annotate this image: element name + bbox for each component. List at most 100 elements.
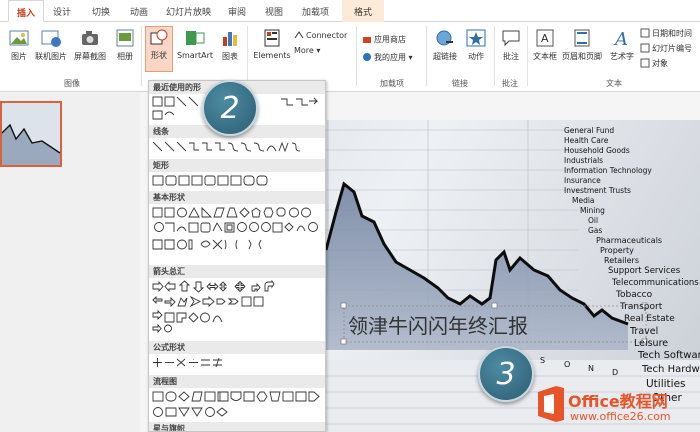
thumbnail-chart-image (2, 103, 60, 165)
smartart-button[interactable]: SmartArt (176, 28, 214, 60)
stock-word: Industrials (564, 156, 604, 165)
equation-shapes-row (153, 357, 222, 368)
screenshot-button[interactable]: 屏幕截图 (70, 28, 110, 62)
block-arrows-grid (152, 280, 275, 334)
step-callout-2: 2 (202, 80, 258, 136)
separator (356, 26, 357, 86)
watermark-url: www.office26.com (570, 410, 671, 423)
action-button[interactable]: 动作 (462, 28, 490, 62)
stock-word: Retailers (604, 256, 639, 265)
shapes-icon (150, 29, 168, 45)
lines-row (152, 141, 301, 153)
section-basic-shapes: 基本形状 (149, 191, 325, 204)
tab-transitions[interactable]: 切换 (92, 5, 110, 18)
section-rectangles: 矩形 (149, 159, 325, 172)
comment-button[interactable]: 批注 (498, 28, 524, 62)
separator (426, 26, 427, 86)
stock-word: Oil (588, 216, 599, 225)
slide-number-icon (640, 43, 650, 53)
picture-button[interactable]: 图片 (6, 28, 32, 62)
slide-title-textbox[interactable]: 领津牛闪闪年终汇报 (348, 310, 528, 339)
stock-word: General Fund (564, 126, 615, 135)
textbox-button[interactable]: A 文本框 (530, 28, 560, 62)
stock-word: Transport (620, 302, 663, 312)
elements-icon (264, 29, 280, 47)
stock-word: Property (600, 246, 634, 255)
separator (494, 26, 495, 86)
section-block-arrows: 箭头总汇 (149, 265, 325, 278)
tab-insert[interactable]: 插入 (8, 0, 45, 22)
header-footer-button[interactable]: 页眉和页脚 (560, 28, 604, 62)
section-flowchart: 流程图 (149, 375, 325, 388)
text-group-label: 文本 (606, 79, 622, 88)
more-button[interactable]: More ▾ (294, 46, 320, 55)
ribbon: 图片 联机图片 屏幕截图 相册 图像 形状 SmartArt 图表 Elemen… (0, 22, 700, 92)
stock-word: Tech Hardware (642, 364, 700, 375)
elements-button[interactable]: Elements (252, 28, 292, 60)
stock-word: Investment Trusts (564, 186, 631, 195)
stock-word: Tech Software (638, 350, 700, 361)
tab-view[interactable]: 视图 (265, 5, 283, 18)
addins-group-label: 加载项 (380, 79, 404, 88)
wordart-button[interactable]: A 艺术字 (606, 28, 638, 62)
my-apps-button[interactable]: 我的应用 ▾ (362, 52, 413, 63)
tab-review[interactable]: 审阅 (228, 5, 246, 18)
tab-slideshow[interactable]: 幻灯片放映 (166, 5, 211, 18)
stock-word: Health Care (564, 136, 609, 145)
stock-word: Support Services (608, 266, 681, 276)
slide-number-button[interactable]: 幻灯片编号 (640, 43, 692, 54)
svg-text:A: A (613, 29, 628, 48)
chart-icon (223, 32, 237, 46)
month-label: N (588, 364, 594, 373)
comment-icon (502, 30, 520, 47)
step-callout-3: 3 (478, 346, 534, 402)
images-group-label: 图像 (64, 79, 80, 88)
online-picture-button[interactable]: 联机图片 (34, 28, 68, 62)
rectangles-row (152, 175, 268, 186)
separator (247, 26, 248, 86)
month-label: D (612, 368, 619, 377)
stock-word: Leisure (634, 338, 669, 349)
stock-word: Media (572, 196, 595, 205)
separator (141, 26, 142, 86)
tab-animations[interactable]: 动画 (130, 5, 148, 18)
shapes-button[interactable]: 形状 (145, 26, 173, 72)
links-group-label: 链接 (452, 79, 468, 88)
camera-icon (82, 31, 98, 45)
stock-word: Pharmaceuticals (596, 236, 663, 245)
tab-addins[interactable]: 加载项 (302, 5, 329, 18)
store-icon (363, 37, 371, 43)
stock-word: Insurance (564, 176, 601, 185)
store-button[interactable]: 应用商店 (362, 34, 406, 45)
datetime-button[interactable]: 日期和时间 (640, 28, 692, 39)
svg-text:A: A (541, 32, 549, 45)
basic-shapes-grid (152, 206, 318, 250)
hyperlink-button[interactable]: 超链接 (430, 28, 460, 62)
picture-icon (9, 30, 29, 46)
connector-button[interactable]: Connector (294, 30, 347, 40)
stock-word: Mining (580, 206, 605, 215)
slide-thumbnail[interactable] (0, 101, 62, 167)
object-button[interactable]: 对象 (640, 58, 668, 69)
wordart-icon: A (613, 29, 628, 48)
watermark-brand: Office教程网 (568, 392, 668, 411)
chart-button[interactable]: 图表 (217, 28, 243, 62)
apps-icon (363, 53, 371, 61)
month-label: O (564, 360, 571, 369)
flowchart-grid (152, 391, 320, 417)
office-logo-icon (538, 386, 564, 422)
separator (527, 26, 528, 86)
section-stars-banners: 星与旗帜 (149, 422, 325, 431)
stock-word: Tobacco (616, 290, 653, 300)
comments-group-label: 批注 (502, 79, 518, 88)
stock-word: Travel (630, 326, 659, 337)
stock-word: Gas (588, 226, 603, 235)
tab-design[interactable]: 设计 (53, 5, 71, 18)
album-icon (116, 29, 134, 47)
calendar-icon (640, 28, 650, 38)
ribbon-tabs: 插入 设计 切换 动画 幻灯片放映 审阅 视图 加载项 格式 (0, 0, 700, 22)
tab-format[interactable]: 格式 (342, 0, 385, 22)
slide-thumbnail-pane (0, 93, 140, 432)
stock-word: Information Technology (564, 166, 652, 175)
album-button[interactable]: 相册 (112, 28, 138, 62)
